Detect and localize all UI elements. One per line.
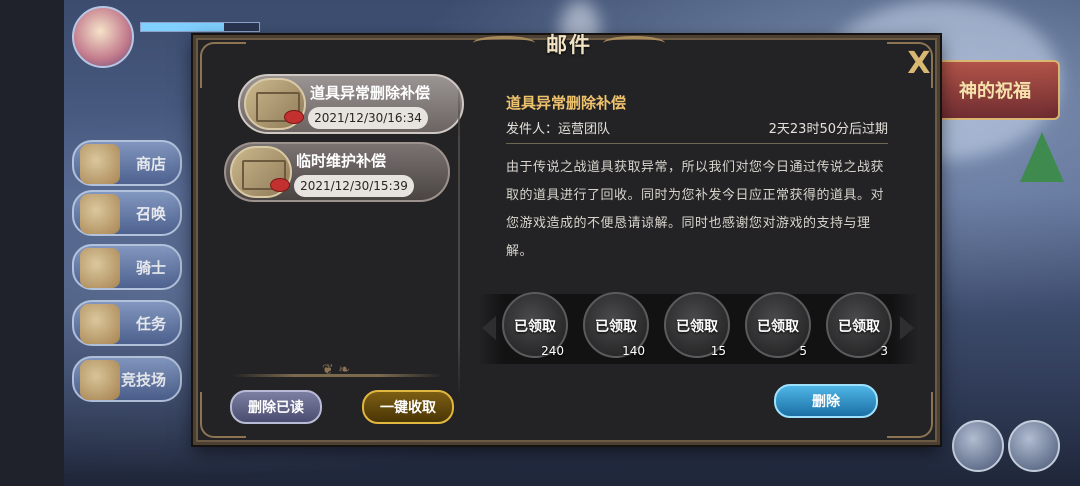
- title-ornament-right: [603, 36, 665, 50]
- dialog-title-plate: 邮件: [473, 28, 665, 60]
- reward-item[interactable]: 已领取 5: [745, 292, 811, 358]
- close-button[interactable]: X: [902, 46, 936, 81]
- mail-item-title: 临时维护补偿: [296, 152, 387, 170]
- knight-icon: [80, 248, 120, 288]
- title-ornament-left: [473, 36, 535, 50]
- reward-quantity: 15: [710, 344, 726, 358]
- mail-subject: 道具异常删除补偿: [506, 94, 627, 112]
- event-banner[interactable]: 神的祝福: [930, 60, 1060, 120]
- menu-round-button[interactable]: [952, 420, 1004, 472]
- reward-quantity: 240: [541, 344, 564, 358]
- reward-item[interactable]: 已领取 15: [664, 292, 730, 358]
- player-avatar[interactable]: [72, 6, 134, 68]
- reward-claimed-label: 已领取: [838, 319, 880, 335]
- mail-item-date: 2021/12/30/15:39: [294, 175, 414, 197]
- reward-item[interactable]: 已领取 240: [502, 292, 568, 358]
- reward-item[interactable]: 已领取 3: [826, 292, 892, 358]
- reward-claimed-label: 已领取: [514, 319, 556, 335]
- left-system-bar: [0, 0, 64, 486]
- pane-separator: [458, 78, 460, 398]
- wax-seal-icon: [270, 178, 290, 192]
- frame-ornament: [887, 392, 933, 438]
- side-menu-arena[interactable]: 竞技场: [72, 356, 182, 402]
- christmas-tree-icon: [1020, 132, 1064, 182]
- mail-list-item[interactable]: 道具异常删除补偿 2021/12/30/16:34: [238, 74, 464, 134]
- reward-quantity: 140: [622, 344, 645, 358]
- mail-sender: 发件人：运营团队: [506, 122, 611, 137]
- dialog-title: 邮件: [546, 33, 592, 57]
- reward-quantity: 3: [880, 344, 888, 358]
- list-divider: [232, 362, 442, 378]
- reward-quantity: 5: [799, 344, 807, 358]
- settings-round-button[interactable]: [1008, 420, 1060, 472]
- reward-item[interactable]: 已领取 140: [583, 292, 649, 358]
- side-menu-knight[interactable]: 骑士: [72, 244, 182, 290]
- shop-icon: [80, 144, 120, 184]
- claim-all-button[interactable]: 一键收取: [362, 390, 454, 424]
- delete-button[interactable]: 删除: [774, 384, 878, 418]
- quest-icon: [80, 304, 120, 344]
- mail-list: 道具异常删除补偿 2021/12/30/16:34 临时维护补偿 2021/12…: [216, 68, 468, 368]
- player-exp-bar: [140, 22, 260, 32]
- mail-body: 由于传说之战道具获取异常，所以我们对您今日通过传说之战获取的道具进行了回收。同时…: [506, 160, 885, 259]
- mail-item-title: 道具异常删除补偿: [310, 84, 431, 102]
- side-menu-quest[interactable]: 任务: [72, 300, 182, 346]
- mail-item-date: 2021/12/30/16:34: [308, 107, 428, 129]
- delete-read-button[interactable]: 删除已读: [230, 390, 322, 424]
- reward-claimed-label: 已领取: [676, 319, 718, 335]
- mail-dialog: 邮件 X 道具异常删除补偿 2021/12/30/16:34 临时维护补偿 20…: [193, 33, 940, 445]
- reward-claimed-label: 已领取: [595, 319, 637, 335]
- side-menu-summon[interactable]: 召唤: [72, 190, 182, 236]
- wax-seal-icon: [284, 110, 304, 124]
- side-menu-shop[interactable]: 商店: [72, 140, 182, 186]
- mail-meta: 发件人：运营团队 2天23时50分后过期: [506, 118, 888, 144]
- summon-icon: [80, 194, 120, 234]
- reward-claimed-label: 已领取: [757, 319, 799, 335]
- mail-expiry: 2天23时50分后过期: [768, 122, 888, 137]
- arena-icon: [80, 360, 120, 400]
- mail-list-item[interactable]: 临时维护补偿 2021/12/30/15:39: [224, 142, 450, 202]
